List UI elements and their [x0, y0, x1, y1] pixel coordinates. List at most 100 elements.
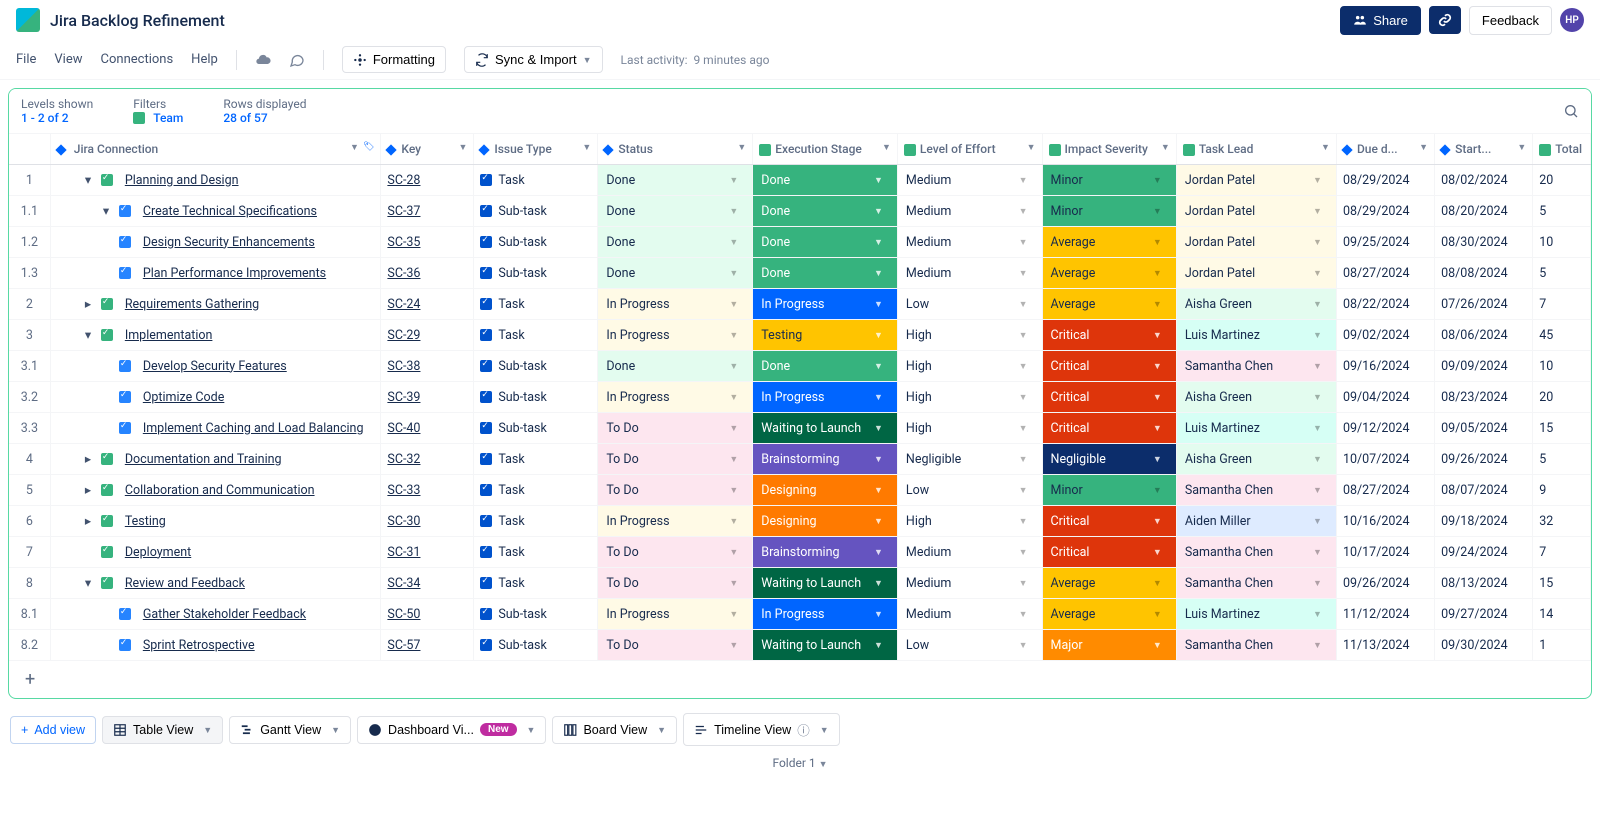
col-header-issue-type[interactable]: Issue Type▼ — [474, 134, 598, 165]
chevron-down-icon[interactable]: ▼ — [1313, 516, 1322, 527]
chevron-down-icon[interactable]: ▼ — [874, 361, 883, 372]
cell-lead[interactable]: Aisha Green▼ — [1176, 289, 1336, 320]
cell-effort[interactable]: Negligible▼ — [897, 444, 1042, 475]
chevron-down-icon[interactable]: ▼ — [729, 516, 738, 527]
cell-start[interactable]: 09/26/2024 — [1435, 444, 1533, 475]
cell-due[interactable]: 11/12/2024 — [1336, 599, 1434, 630]
cell-due[interactable]: 09/26/2024 — [1336, 568, 1434, 599]
chevron-down-icon[interactable]: ▼ — [350, 142, 359, 153]
cell-key[interactable]: SC-28 — [381, 165, 474, 196]
chevron-down-icon[interactable]: ▼ — [1313, 578, 1322, 589]
cell-exec-stage[interactable]: In Progress▼ — [753, 289, 898, 320]
chevron-down-icon[interactable]: ▼ — [1019, 640, 1028, 651]
chevron-down-icon[interactable]: ▼ — [582, 142, 591, 153]
cell-start[interactable]: 08/08/2024 — [1435, 258, 1533, 289]
col-header-jira[interactable]: Jira Connection 🏷 ▼ — [50, 134, 381, 165]
chevron-down-icon[interactable]: ▼ — [1313, 423, 1322, 434]
chevron-down-icon[interactable]: ▼ — [1153, 175, 1162, 186]
chevron-down-icon[interactable]: ▼ — [1019, 237, 1028, 248]
cell-key[interactable]: SC-35 — [381, 227, 474, 258]
cell-status[interactable]: In Progress▼ — [598, 506, 753, 537]
chevron-down-icon[interactable]: ▼ — [729, 237, 738, 248]
jira-item-link[interactable]: Sprint Retrospective — [143, 638, 255, 653]
chevron-down-icon[interactable]: ▼ — [1313, 392, 1322, 403]
cell-jira[interactable]: Optimize Code — [50, 382, 381, 413]
cell-effort[interactable]: High▼ — [897, 320, 1042, 351]
chevron-down-icon[interactable]: ▼ — [1153, 454, 1162, 465]
avatar[interactable]: HP — [1560, 8, 1584, 32]
comment-icon[interactable] — [289, 52, 305, 68]
cell-due[interactable]: 08/27/2024 — [1336, 258, 1434, 289]
cell-jira[interactable]: ▾ Planning and Design — [50, 165, 381, 196]
cell-status[interactable]: Done▼ — [598, 196, 753, 227]
chevron-down-icon[interactable]: ▼ — [729, 361, 738, 372]
chevron-down-icon[interactable]: ▼ — [737, 142, 746, 153]
add-row-button[interactable]: + — [9, 661, 1591, 698]
cell-due[interactable]: 11/13/2024 — [1336, 630, 1434, 661]
chevron-down-icon[interactable]: ▼ — [874, 609, 883, 620]
col-header-exec-stage[interactable]: Execution Stage▼ — [753, 134, 898, 165]
chevron-down-icon[interactable]: ▼ — [1153, 206, 1162, 217]
jira-item-link[interactable]: Design Security Enhancements — [143, 235, 315, 250]
chevron-down-icon[interactable]: ▼ — [1153, 547, 1162, 558]
cell-exec-stage[interactable]: Done▼ — [753, 227, 898, 258]
cell-status[interactable]: In Progress▼ — [598, 320, 753, 351]
cell-issue-type[interactable]: Task — [474, 444, 598, 475]
cell-lead[interactable]: Jordan Patel▼ — [1176, 258, 1336, 289]
cell-issue-type[interactable]: Task — [474, 506, 598, 537]
jira-item-link[interactable]: Planning and Design — [125, 173, 239, 188]
jira-item-link[interactable]: Requirements Gathering — [125, 297, 259, 312]
chevron-down-icon[interactable]: ▼ — [1019, 206, 1028, 217]
expand-caret-icon[interactable]: ▾ — [85, 327, 95, 343]
chevron-down-icon[interactable]: ▼ — [874, 423, 883, 434]
cell-effort[interactable]: Medium▼ — [897, 227, 1042, 258]
add-view-button[interactable]: +Add view — [10, 716, 96, 744]
chevron-down-icon[interactable]: ▼ — [1419, 142, 1428, 153]
chevron-down-icon[interactable]: ▼ — [1517, 142, 1526, 153]
chevron-down-icon[interactable]: ▼ — [729, 640, 738, 651]
chevron-down-icon[interactable]: ▼ — [729, 175, 738, 186]
chevron-down-icon[interactable]: ▼ — [1313, 330, 1322, 341]
chevron-down-icon[interactable]: ▼ — [1153, 609, 1162, 620]
cell-effort[interactable]: Medium▼ — [897, 165, 1042, 196]
cell-key[interactable]: SC-37 — [381, 196, 474, 227]
chevron-down-icon[interactable]: ▼ — [657, 725, 666, 735]
cell-total[interactable]: 15 — [1533, 568, 1591, 599]
cell-issue-type[interactable]: Sub-task — [474, 630, 598, 661]
cell-jira[interactable]: ▸ Requirements Gathering — [50, 289, 381, 320]
cell-total[interactable]: 32 — [1533, 506, 1591, 537]
cell-exec-stage[interactable]: Done▼ — [753, 351, 898, 382]
cell-key[interactable]: SC-24 — [381, 289, 474, 320]
cell-issue-type[interactable]: Sub-task — [474, 599, 598, 630]
jira-item-link[interactable]: Implementation — [125, 328, 213, 343]
folder-selector[interactable]: Folder 1 ▼ — [0, 752, 1600, 774]
chevron-down-icon[interactable]: ▼ — [1153, 516, 1162, 527]
cell-start[interactable]: 09/30/2024 — [1435, 630, 1533, 661]
table-row[interactable]: 1.2 Design Security Enhancements SC-35 S… — [9, 227, 1591, 258]
cell-lead[interactable]: Jordan Patel▼ — [1176, 196, 1336, 227]
chevron-down-icon[interactable]: ▼ — [1019, 361, 1028, 372]
chevron-down-icon[interactable]: ▼ — [729, 299, 738, 310]
expand-caret-icon[interactable]: ▸ — [85, 482, 95, 498]
jira-item-link[interactable]: Optimize Code — [143, 390, 225, 405]
cell-exec-stage[interactable]: Testing▼ — [753, 320, 898, 351]
chevron-down-icon[interactable]: ▼ — [1027, 142, 1036, 153]
cell-total[interactable]: 45 — [1533, 320, 1591, 351]
chevron-down-icon[interactable]: ▼ — [1153, 640, 1162, 651]
chevron-down-icon[interactable]: ▼ — [729, 609, 738, 620]
cell-total[interactable]: 9 — [1533, 475, 1591, 506]
jira-item-link[interactable]: Testing — [125, 514, 166, 529]
chevron-down-icon[interactable]: ▼ — [1313, 206, 1322, 217]
chevron-down-icon[interactable]: ▼ — [874, 454, 883, 465]
link-button[interactable] — [1429, 6, 1461, 34]
cell-exec-stage[interactable]: Waiting to Launch▼ — [753, 568, 898, 599]
table-row[interactable]: 2 ▸ Requirements Gathering SC-24 Task In… — [9, 289, 1591, 320]
cell-jira[interactable]: Deployment — [50, 537, 381, 568]
chevron-down-icon[interactable]: ▼ — [1019, 392, 1028, 403]
cell-jira[interactable]: ▸ Testing — [50, 506, 381, 537]
chevron-down-icon[interactable]: ▼ — [1019, 516, 1028, 527]
cell-start[interactable]: 08/20/2024 — [1435, 196, 1533, 227]
tab-table-view[interactable]: Table View▼ — [102, 716, 223, 744]
chevron-down-icon[interactable]: ▼ — [820, 725, 829, 735]
cell-impact[interactable]: Critical▼ — [1042, 413, 1176, 444]
